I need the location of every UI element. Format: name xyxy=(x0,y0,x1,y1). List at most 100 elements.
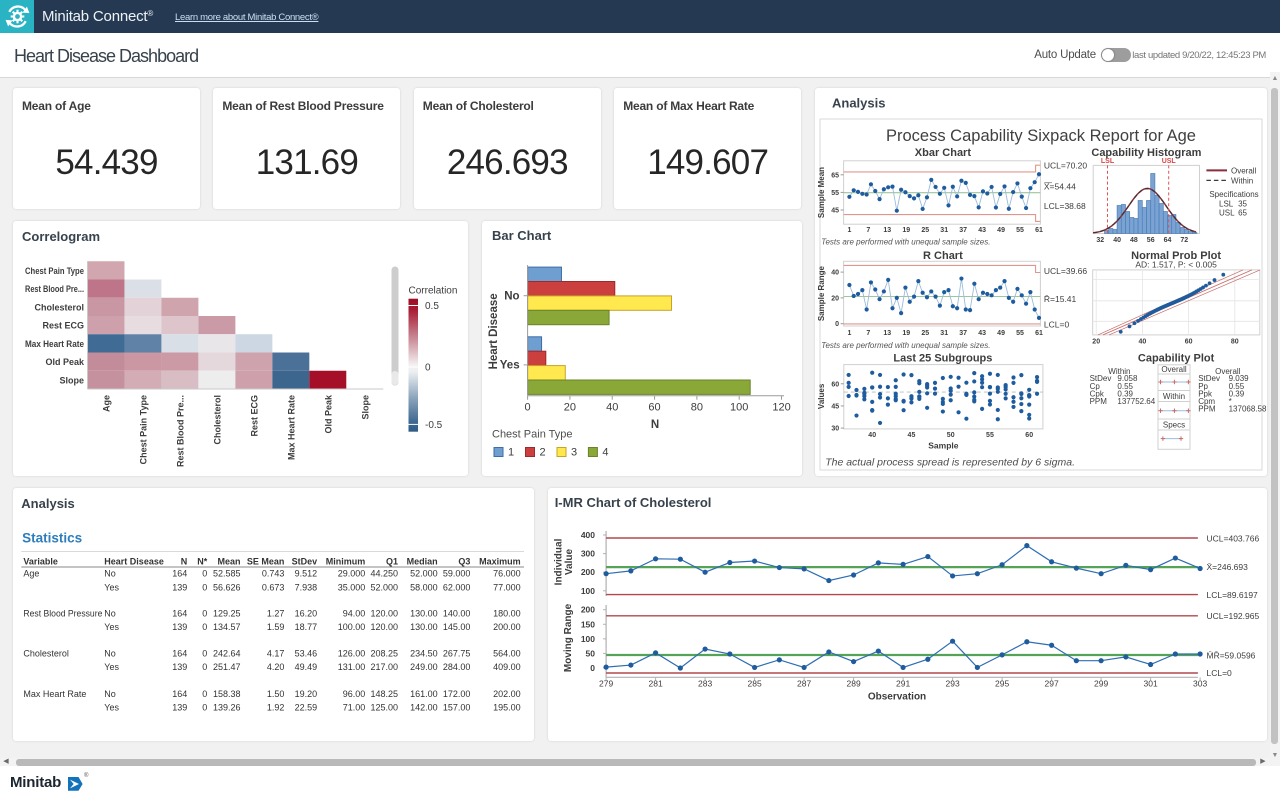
svg-text:409.00: 409.00 xyxy=(493,661,521,671)
svg-text:No: No xyxy=(104,688,116,698)
svg-text:35: 35 xyxy=(1238,200,1247,209)
svg-text:Specs: Specs xyxy=(1162,421,1184,430)
svg-text:Chest Pain Type: Chest Pain Type xyxy=(25,266,84,276)
svg-text:37: 37 xyxy=(959,227,967,234)
svg-text:164: 164 xyxy=(172,648,187,658)
svg-text:0.743: 0.743 xyxy=(262,568,285,578)
svg-text:40: 40 xyxy=(1113,237,1121,244)
svg-text:293: 293 xyxy=(945,678,959,688)
svg-text:150: 150 xyxy=(580,619,594,629)
svg-text:40: 40 xyxy=(606,402,618,414)
svg-text:No: No xyxy=(104,568,116,578)
svg-text:25: 25 xyxy=(921,227,929,234)
svg-text:1.50: 1.50 xyxy=(267,688,285,698)
svg-text:200.00: 200.00 xyxy=(493,621,521,631)
svg-text:20: 20 xyxy=(1092,338,1100,345)
svg-text:96.00: 96.00 xyxy=(343,688,366,698)
svg-text:4.17: 4.17 xyxy=(267,648,285,658)
svg-text:Chest Pain Type: Chest Pain Type xyxy=(138,395,148,464)
svg-text:125.00: 125.00 xyxy=(370,702,398,712)
svg-text:0.673: 0.673 xyxy=(262,582,285,592)
svg-text:USL: USL xyxy=(1161,158,1176,165)
svg-text:164: 164 xyxy=(172,688,187,698)
svg-text:60: 60 xyxy=(1025,432,1033,439)
svg-text:-0.5: -0.5 xyxy=(425,420,443,431)
svg-text:Sample Range: Sample Range xyxy=(817,265,826,321)
svg-text:7.938: 7.938 xyxy=(295,582,318,592)
svg-text:64: 64 xyxy=(1163,237,1171,244)
svg-text:52.585: 52.585 xyxy=(213,568,241,578)
svg-text:0: 0 xyxy=(835,321,839,328)
svg-text:AD: 1.517, P: < 0.005: AD: 1.517, P: < 0.005 xyxy=(1135,260,1217,270)
svg-text:234.50: 234.50 xyxy=(410,648,438,658)
svg-text:287: 287 xyxy=(797,678,811,688)
svg-text:56.626: 56.626 xyxy=(213,582,241,592)
svg-text:0: 0 xyxy=(202,702,207,712)
svg-text:180.00: 180.00 xyxy=(493,608,521,618)
svg-text:45: 45 xyxy=(831,403,839,410)
svg-text:400: 400 xyxy=(580,530,594,540)
svg-text:Mean: Mean xyxy=(217,556,240,566)
svg-text:Last 25 Subgroups: Last 25 Subgroups xyxy=(893,353,992,365)
svg-text:22.59: 22.59 xyxy=(295,702,318,712)
svg-text:65: 65 xyxy=(1238,208,1247,217)
svg-text:Value: Value xyxy=(564,548,575,575)
svg-text:94.00: 94.00 xyxy=(343,608,366,618)
svg-text:62.000: 62.000 xyxy=(443,582,471,592)
svg-text:Age: Age xyxy=(23,568,39,578)
svg-text:Individual: Individual xyxy=(553,538,564,585)
svg-text:7: 7 xyxy=(866,330,870,337)
svg-text:31: 31 xyxy=(940,330,948,337)
svg-text:Heart Disease: Heart Disease xyxy=(488,293,500,369)
svg-text:Yes: Yes xyxy=(500,360,520,372)
svg-text:291: 291 xyxy=(896,678,910,688)
svg-text:Minimum: Minimum xyxy=(326,556,366,566)
svg-text:Rest ECG: Rest ECG xyxy=(249,395,259,437)
svg-text:Max Heart Rate: Max Heart Rate xyxy=(286,395,296,460)
svg-text:UCL=192.965: UCL=192.965 xyxy=(1206,610,1259,620)
svg-text:2: 2 xyxy=(540,447,546,459)
svg-text:195.00: 195.00 xyxy=(493,702,521,712)
svg-text:32: 32 xyxy=(1096,237,1104,244)
svg-text:300: 300 xyxy=(580,548,594,558)
svg-text:55: 55 xyxy=(1016,227,1024,234)
svg-text:Capability Plot: Capability Plot xyxy=(1137,353,1214,365)
svg-text:4: 4 xyxy=(602,447,608,459)
svg-text:208.25: 208.25 xyxy=(370,648,398,658)
svg-text:Observation: Observation xyxy=(867,691,925,702)
svg-text:Statistics: Statistics xyxy=(22,530,82,545)
svg-text:120.00: 120.00 xyxy=(370,608,398,618)
svg-text:The actual process spread is r: The actual process spread is represented… xyxy=(825,457,1075,469)
svg-text:Specifications: Specifications xyxy=(1209,190,1258,199)
svg-text:1: 1 xyxy=(847,227,851,234)
svg-text:0: 0 xyxy=(525,402,531,414)
svg-text:LCL=0: LCL=0 xyxy=(1206,668,1232,678)
svg-text:UCL=39.66: UCL=39.66 xyxy=(1043,266,1087,276)
svg-text:60: 60 xyxy=(831,381,839,388)
svg-text:130.00: 130.00 xyxy=(410,621,438,631)
svg-text:56: 56 xyxy=(1146,237,1154,244)
svg-text:Values: Values xyxy=(817,383,826,409)
svg-text:71.00: 71.00 xyxy=(343,702,366,712)
svg-text:129.25: 129.25 xyxy=(213,608,241,618)
svg-text:249.00: 249.00 xyxy=(410,661,438,671)
svg-text:100: 100 xyxy=(580,633,594,643)
svg-text:25: 25 xyxy=(921,330,929,337)
svg-text:35.000: 35.000 xyxy=(338,582,366,592)
svg-text:289: 289 xyxy=(846,678,860,688)
svg-text:Rest ECG: Rest ECG xyxy=(42,321,84,331)
svg-text:283: 283 xyxy=(698,678,712,688)
svg-text:LSL: LSL xyxy=(1100,158,1114,165)
svg-text:100.00: 100.00 xyxy=(338,621,366,631)
svg-text:N*: N* xyxy=(197,556,207,566)
svg-text:20: 20 xyxy=(564,402,576,414)
svg-text:139: 139 xyxy=(172,621,187,631)
svg-text:0: 0 xyxy=(202,582,207,592)
svg-text:142.00: 142.00 xyxy=(410,702,438,712)
svg-text:3: 3 xyxy=(571,447,577,459)
svg-text:134.57: 134.57 xyxy=(213,621,241,631)
svg-text:43: 43 xyxy=(978,330,986,337)
svg-text:LSL: LSL xyxy=(1219,200,1234,209)
svg-text:279: 279 xyxy=(599,678,613,688)
svg-text:157.00: 157.00 xyxy=(443,702,471,712)
